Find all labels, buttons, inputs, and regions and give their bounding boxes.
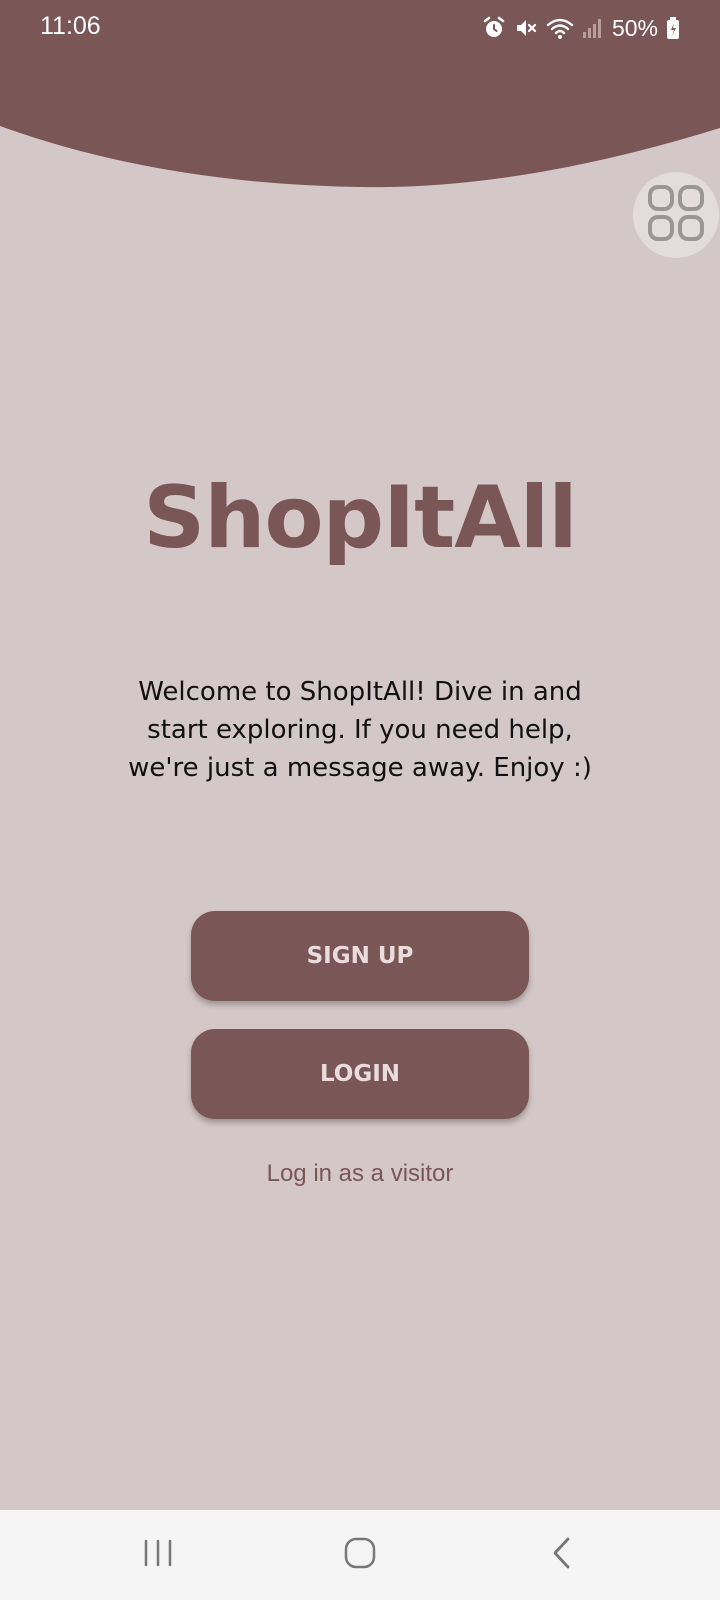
home-button[interactable] <box>330 1530 390 1580</box>
battery-icon <box>666 16 680 40</box>
sign-up-button[interactable]: SIGN UP <box>191 911 529 1001</box>
status-time: 11:06 <box>40 12 101 40</box>
app-title: ShopItAll <box>143 468 577 568</box>
recent-apps-button[interactable] <box>128 1530 188 1580</box>
wifi-icon <box>546 16 574 40</box>
system-nav-bar <box>0 1510 720 1600</box>
back-icon <box>550 1536 574 1574</box>
login-button[interactable]: LOGIN <box>191 1029 529 1119</box>
recent-apps-icon <box>142 1538 174 1572</box>
signal-icon <box>582 17 604 39</box>
grid-icon <box>648 185 704 245</box>
back-button[interactable] <box>532 1530 592 1580</box>
visitor-login-link[interactable]: Log in as a visitor <box>0 1160 720 1188</box>
battery-percent: 50% <box>611 14 658 41</box>
floating-menu-button[interactable] <box>633 172 719 258</box>
alarm-icon <box>482 16 506 40</box>
mute-icon <box>514 16 538 40</box>
status-bar: 11:06 50% <box>0 0 720 54</box>
home-icon <box>343 1536 377 1574</box>
status-icons: 50% <box>482 13 680 43</box>
welcome-message: Welcome to ShopItAll! Dive in and start … <box>128 677 592 783</box>
